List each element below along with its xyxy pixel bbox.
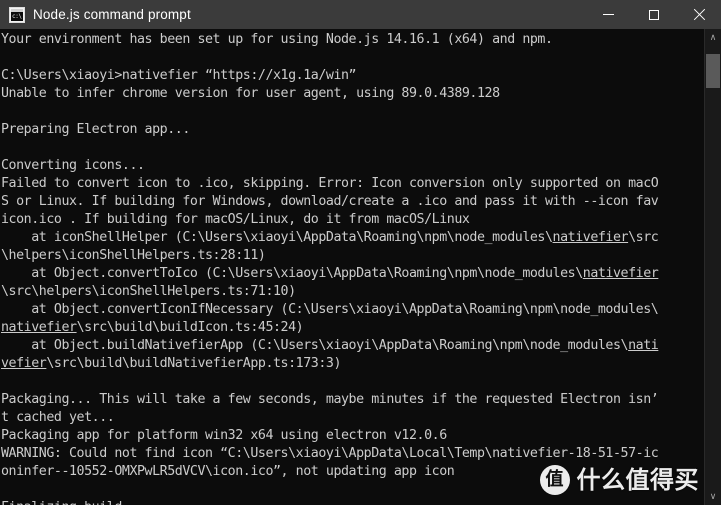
console-line: Unable to infer chrome version for user … (1, 85, 704, 103)
console-text: Your environment has been set up for usi… (1, 31, 704, 505)
console-scrollbar[interactable]: ∧ ∨ (704, 29, 721, 505)
console-line: WARNING: Could not find icon “C:\Users\x… (1, 445, 704, 463)
console-link-nativefier[interactable]: nativefier (1, 320, 77, 335)
console-line: \src\helpers\iconShellHelpers.ts:71:10) (1, 283, 704, 301)
console-line: Packaging app for platform win32 x64 usi… (1, 427, 704, 445)
console-text-segment: \src\build\buildNativefierApp.ts:173:3) (46, 356, 342, 371)
console-text-segment: Failed to convert icon to .ico, skipping… (1, 176, 659, 191)
maximize-icon (648, 9, 659, 20)
console-line: icon.ico . If building for macOS/Linux, … (1, 211, 704, 229)
console-text-segment: at Object.convertIconIfNecessary (C:\Use… (1, 302, 659, 317)
scrollbar-track[interactable] (705, 46, 721, 488)
console-line: Converting icons... (1, 157, 704, 175)
console-text-segment: Your environment has been set up for usi… (1, 32, 553, 47)
console-text-segment: WARNING: Could not find icon “C:\Users\x… (1, 446, 659, 461)
console-line: Failed to convert icon to .ico, skipping… (1, 175, 704, 193)
console-line: nativefier\src\build\buildIcon.ts:45:24) (1, 319, 704, 337)
scroll-down-arrow-icon[interactable]: ∨ (705, 488, 721, 505)
console-line: at Object.convertToIco (C:\Users\xiaoyi\… (1, 265, 704, 283)
console-line: \helpers\iconShellHelpers.ts:28:11) (1, 247, 704, 265)
close-icon (693, 9, 705, 21)
console-line: at Object.convertIconIfNecessary (C:\Use… (1, 301, 704, 319)
console-line: Your environment has been set up for usi… (1, 31, 704, 49)
minimize-icon (603, 14, 614, 15)
console-text-segment: at Object.convertToIco (C:\Users\xiaoyi\… (1, 266, 583, 281)
console-line: vefier\src\build\buildNativefierApp.ts:1… (1, 355, 704, 373)
maximize-button[interactable] (631, 0, 676, 29)
console-line: S or Linux. If building for Windows, dow… (1, 193, 704, 211)
window-title: Node.js command prompt (33, 7, 191, 22)
console-line: C:\Users\xiaoyi>nativefier “https://x1g.… (1, 67, 704, 85)
console-line: at iconShellHelper (C:\Users\xiaoyi\AppD… (1, 229, 704, 247)
console-link-nativefier[interactable]: vefier (1, 356, 47, 371)
command-prompt-window: Node.js command prompt Your environment … (0, 0, 721, 505)
console-text-segment: Packaging app for platform win32 x64 usi… (1, 428, 447, 443)
console-text-segment: icon.ico . If building for macOS/Linux, … (1, 212, 470, 227)
console-text-segment: Packaging... This will take a few second… (1, 392, 659, 407)
console-text-segment: S or Linux. If building for Windows, dow… (1, 194, 659, 209)
console-text-segment: \src (628, 230, 659, 245)
console-line: Preparing Electron app... (1, 121, 704, 139)
console-line: Packaging... This will take a few second… (1, 391, 704, 409)
window-titlebar[interactable]: Node.js command prompt (0, 0, 721, 29)
console-line: Finalizing build... (1, 499, 704, 505)
console-text-segment: C:\Users\xiaoyi>nativefier “https://x1g.… (1, 68, 357, 83)
console-output[interactable]: Your environment has been set up for usi… (0, 29, 704, 505)
scroll-up-arrow-icon[interactable]: ∧ (705, 29, 721, 46)
console-link-nativefier[interactable]: nati (628, 338, 659, 353)
console-link-nativefier[interactable]: nativefier (553, 230, 629, 245)
console-text-segment: oninfer--10552-OMXPwLR5dVCV\icon.ico”, n… (1, 464, 455, 479)
window-controls (586, 0, 721, 29)
console-line: oninfer--10552-OMXPwLR5dVCV\icon.ico”, n… (1, 463, 704, 481)
console-line: t cached yet... (1, 409, 704, 427)
console-area: Your environment has been set up for usi… (0, 29, 721, 505)
console-text-segment: Unable to infer chrome version for user … (1, 86, 500, 101)
minimize-button[interactable] (586, 0, 631, 29)
console-text-segment: Converting icons... (1, 158, 145, 173)
console-text-segment: \helpers\iconShellHelpers.ts:28:11) (1, 248, 266, 263)
console-text-segment: Preparing Electron app... (1, 122, 190, 137)
console-text-segment: at Object.buildNativefierApp (C:\Users\x… (1, 338, 629, 353)
console-link-nativefier[interactable]: nativefier (583, 266, 659, 281)
console-text-segment: Finalizing build... (1, 500, 145, 505)
cmd-terminal-icon (9, 6, 25, 23)
close-button[interactable] (676, 0, 721, 29)
console-text-segment: \src\helpers\iconShellHelpers.ts:71:10) (1, 284, 296, 299)
console-text-segment: at iconShellHelper (C:\Users\xiaoyi\AppD… (1, 230, 553, 245)
scrollbar-thumb[interactable] (706, 54, 720, 88)
console-text-segment: t cached yet... (1, 410, 115, 425)
console-line: at Object.buildNativefierApp (C:\Users\x… (1, 337, 704, 355)
console-text-segment: \src\build\buildIcon.ts:45:24) (76, 320, 304, 335)
